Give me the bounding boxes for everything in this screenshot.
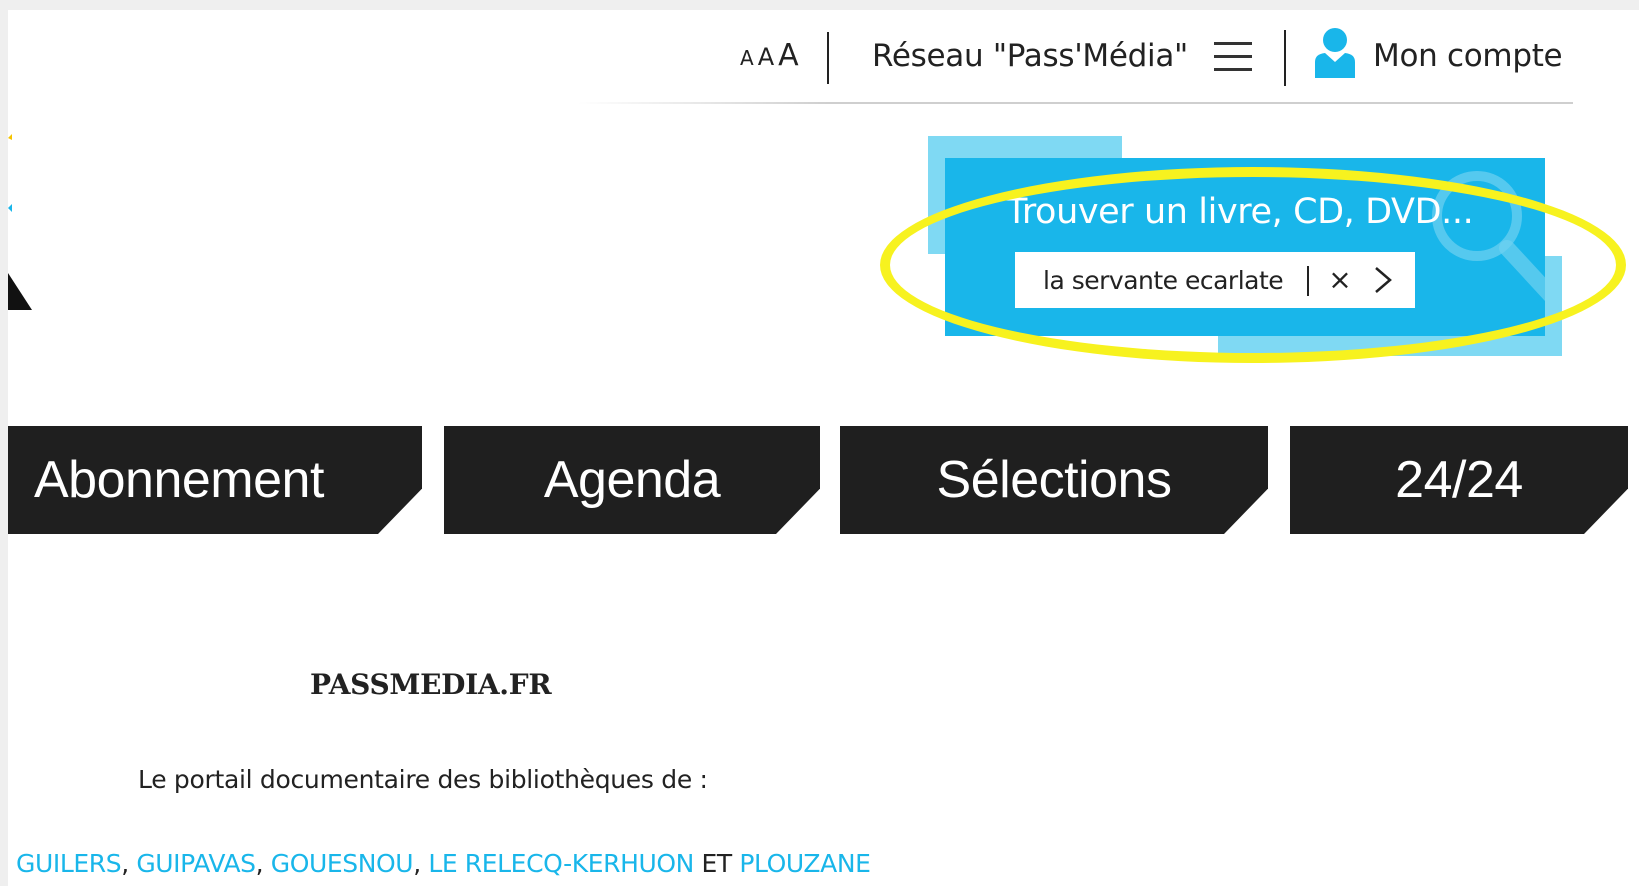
conjunction: ET xyxy=(693,849,740,878)
user-icon[interactable] xyxy=(1313,26,1357,78)
magnifier-watermark-icon xyxy=(1432,171,1545,301)
divider xyxy=(1284,30,1286,86)
search-box: × xyxy=(1015,252,1415,308)
town-link-guilers[interactable]: GUILERS xyxy=(16,849,122,878)
nav-abonnement[interactable]: Abonnement xyxy=(8,426,422,534)
search-panel xyxy=(945,158,1545,336)
clear-search-button[interactable]: × xyxy=(1325,260,1355,300)
font-size-medium-button[interactable]: A xyxy=(758,43,774,71)
hamburger-menu-icon[interactable] xyxy=(1214,40,1252,74)
account-link[interactable]: Mon compte xyxy=(1373,38,1563,74)
text-caret xyxy=(1307,266,1309,296)
town-link-plouzane[interactable]: PLOUZANE xyxy=(739,849,871,878)
font-size-large-button[interactable]: A xyxy=(778,38,799,73)
header-rule xyxy=(578,102,1573,104)
town-link-guipavas[interactable]: GUIPAVAS xyxy=(136,849,256,878)
network-label[interactable]: Réseau "Pass'Média" xyxy=(872,38,1188,74)
font-size-controls: A A A xyxy=(740,38,799,73)
site-name: PASSMEDIA.FR xyxy=(310,668,552,701)
nav-24-24[interactable]: 24/24 xyxy=(1290,426,1628,534)
portal-description: Le portail documentaire des bibliothèque… xyxy=(138,765,708,794)
font-size-small-button[interactable]: A xyxy=(740,46,754,70)
top-bar: A A A Réseau "Pass'Média" Mon compte xyxy=(8,10,1639,104)
nav-agenda[interactable]: Agenda xyxy=(444,426,820,534)
separator: , xyxy=(255,849,271,878)
towns-list: GUILERS, GUIPAVAS, GOUESNOU, LE RELECQ-K… xyxy=(16,849,871,878)
search-input[interactable] xyxy=(1027,252,1323,308)
logo-fragment xyxy=(8,134,32,310)
nav-selections[interactable]: Sélections xyxy=(840,426,1268,534)
town-link-le-relecq-kerhuon[interactable]: LE RELECQ-KERHUON xyxy=(428,849,694,878)
divider xyxy=(827,32,829,84)
separator: , xyxy=(121,849,137,878)
town-link-gouesnou[interactable]: GOUESNOU xyxy=(271,849,414,878)
search-title: Trouver un livre, CD, DVD... xyxy=(1006,192,1474,232)
separator: , xyxy=(413,849,429,878)
page: A A A Réseau "Pass'Média" Mon compte Tro… xyxy=(8,10,1639,886)
chevron-right-icon[interactable] xyxy=(1370,264,1396,296)
